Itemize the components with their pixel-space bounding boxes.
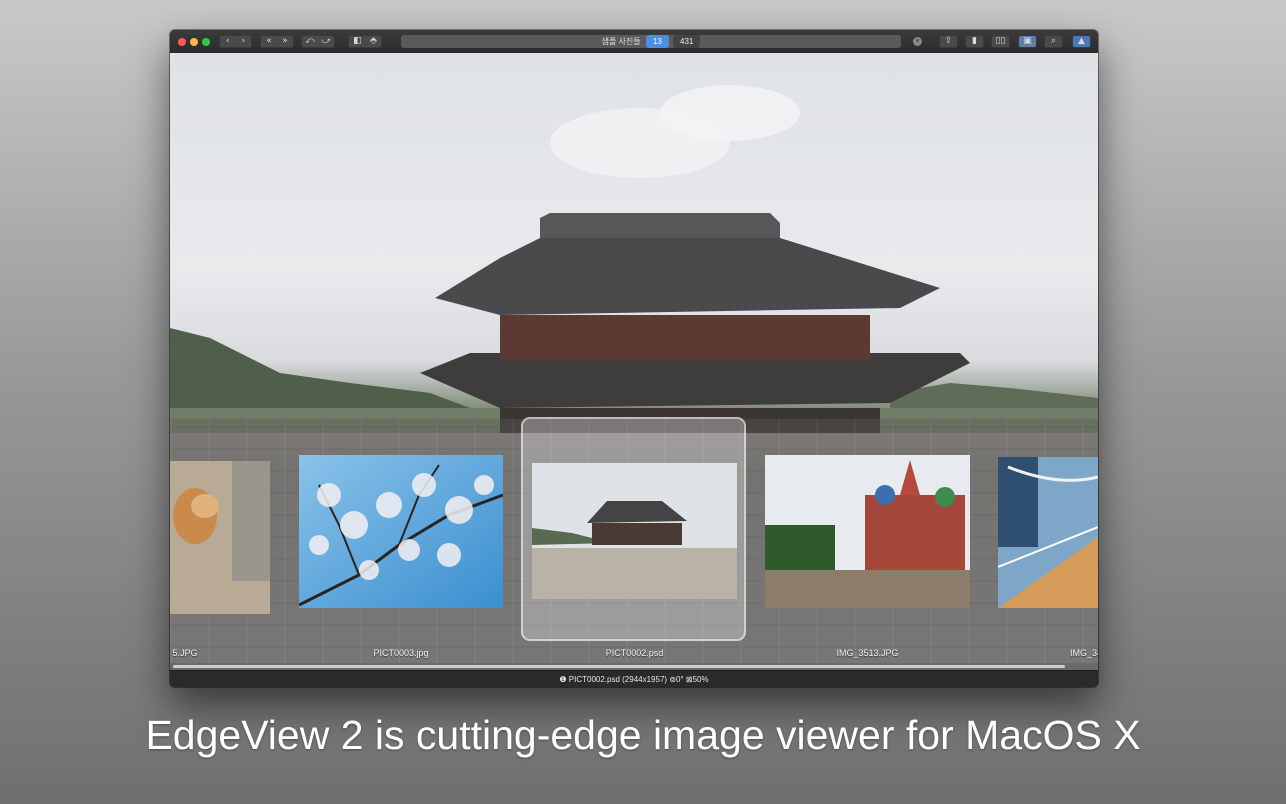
thumbnail-caption-selected: PICT0002.psd bbox=[605, 648, 664, 658]
image-view-icon[interactable]: ▲ bbox=[1072, 35, 1091, 48]
rotate-left-button[interactable]: ⤺ bbox=[305, 35, 315, 48]
flip-horizontal-button[interactable]: ◧ bbox=[353, 35, 362, 48]
tagline: EdgeView 2 is cutting-edge image viewer … bbox=[145, 712, 1141, 758]
panel-glyph: ▣ bbox=[1023, 36, 1032, 46]
dog-face bbox=[191, 494, 219, 518]
current-index-badge: 13 bbox=[645, 35, 669, 48]
bookmark-glyph: ▮ bbox=[972, 36, 977, 46]
thumbnail-palace[interactable] bbox=[532, 463, 737, 599]
thumbnail-dog[interactable] bbox=[170, 461, 270, 614]
cathedral-image bbox=[765, 455, 970, 608]
dog-image bbox=[170, 461, 270, 614]
minimize-window-button[interactable] bbox=[190, 38, 198, 46]
rotation-value: 0° bbox=[676, 675, 684, 684]
rotation-icon: ⊚ bbox=[669, 675, 677, 684]
zoom-icon: ⊠ bbox=[685, 675, 693, 684]
image-glyph: ▲ bbox=[1078, 36, 1085, 46]
palace bbox=[592, 523, 682, 545]
thumbnail-caption: IMG_3513.JPG bbox=[836, 648, 899, 658]
rotate-group: ⤺ ⤻ bbox=[301, 35, 335, 48]
palace-ridge bbox=[540, 213, 780, 238]
flip-vertical-button[interactable]: ⬘ bbox=[370, 35, 377, 48]
book-mode-icon[interactable]: ▯▯ bbox=[991, 35, 1010, 48]
forward-button[interactable]: › bbox=[241, 35, 245, 48]
palace-thumb-image bbox=[532, 463, 737, 599]
wall bbox=[232, 461, 270, 581]
search-glyph: ⌕ bbox=[1050, 36, 1057, 46]
thumbnail-cathedral[interactable] bbox=[765, 455, 970, 608]
thumbnail-caption: PICT0003.jpg bbox=[373, 648, 429, 658]
toolbar: ‹ › « » ⤺ ⤻ ◧ ⬘ 샘플 사진들 13 431 × ⇪ ▮ ▯▯ ▣… bbox=[170, 30, 1098, 54]
share-glyph: ⇪ bbox=[944, 36, 953, 46]
filmstrip-scroll-thumb[interactable] bbox=[173, 665, 1065, 668]
path-bar[interactable]: 샘플 사진들 13 431 bbox=[401, 35, 901, 48]
info-icon: ❶ bbox=[559, 675, 567, 684]
book-glyph: ▯▯ bbox=[995, 36, 1006, 46]
flip-group: ◧ ⬘ bbox=[348, 35, 382, 48]
palace-middle bbox=[500, 315, 870, 360]
first-image-button[interactable]: « bbox=[266, 35, 272, 48]
palace-lower-roof bbox=[420, 353, 970, 408]
sky bbox=[299, 455, 503, 608]
clear-icon[interactable]: × bbox=[913, 37, 922, 46]
thumbnail-cherry-blossom[interactable] bbox=[299, 455, 503, 608]
panel-toggle-icon[interactable]: ▣ bbox=[1018, 35, 1037, 48]
thumbnail-caption: IMG_34 bbox=[1070, 648, 1098, 658]
courtyard bbox=[532, 548, 737, 599]
rotate-right-button[interactable]: ⤻ bbox=[321, 35, 331, 48]
mountain-left bbox=[170, 328, 470, 413]
thumbnail-caption: 5.JPG bbox=[172, 648, 198, 658]
cathedral-body bbox=[865, 495, 965, 575]
close-window-button[interactable] bbox=[178, 38, 186, 46]
trees bbox=[765, 525, 835, 575]
crowd bbox=[765, 570, 970, 608]
cherry-blossom-image bbox=[299, 455, 503, 608]
zoom-value: 50% bbox=[692, 675, 709, 684]
file-info: PICT0002.psd (2944x1957) bbox=[568, 675, 668, 684]
bridge-image bbox=[998, 457, 1098, 608]
total-count-badge: 431 bbox=[673, 35, 701, 48]
image-viewer[interactable]: 5.JPG PICT0003.jpg PICT0002.psd IMG_3513… bbox=[170, 53, 1098, 670]
share-icon[interactable]: ⇪ bbox=[939, 35, 958, 48]
bookmark-icon[interactable]: ▮ bbox=[965, 35, 984, 48]
jump-group: « » bbox=[260, 35, 294, 48]
back-button[interactable]: ‹ bbox=[226, 35, 230, 48]
last-image-button[interactable]: » bbox=[282, 35, 288, 48]
palace-upper-roof bbox=[435, 238, 940, 315]
navigation-group: ‹ › bbox=[219, 35, 252, 48]
zoom-window-button[interactable] bbox=[202, 38, 210, 46]
thumbnail-bridge[interactable] bbox=[998, 457, 1098, 608]
dome bbox=[875, 485, 895, 505]
cloud bbox=[660, 85, 800, 141]
search-icon[interactable]: ⌕ bbox=[1044, 35, 1063, 48]
status-bar: ❶ PICT0002.psd (2944x1957) ⊚0° ⊠50% bbox=[170, 670, 1098, 687]
app-window: ‹ › « » ⤺ ⤻ ◧ ⬘ 샘플 사진들 13 431 × ⇪ ▮ ▯▯ ▣… bbox=[170, 30, 1098, 687]
folder-name: 샘플 사진들 bbox=[601, 37, 641, 46]
dome bbox=[935, 487, 955, 507]
